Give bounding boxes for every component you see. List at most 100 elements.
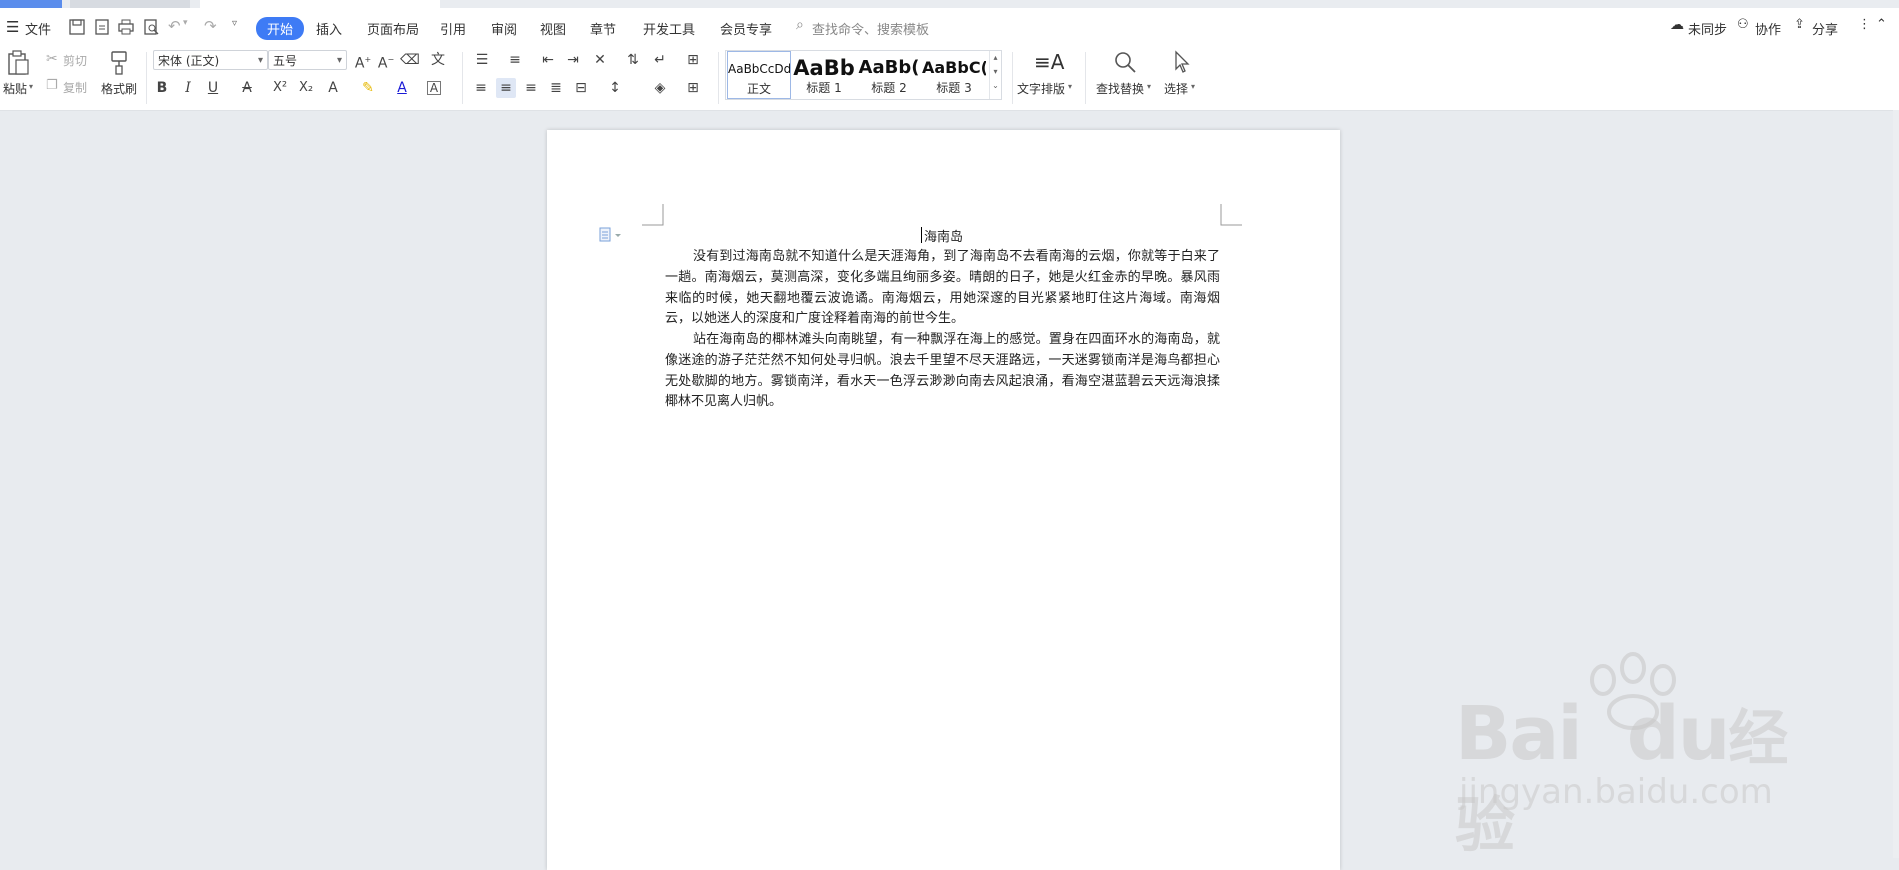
chinese-layout-icon[interactable]: ✕	[590, 50, 610, 70]
tab-page-layout[interactable]: 页面布局	[367, 19, 419, 38]
ribbon-divider	[718, 52, 719, 104]
tab-home[interactable]: 开始	[256, 17, 305, 40]
command-search-input[interactable]: 查找命令、搜索模板	[812, 19, 929, 38]
search-icon[interactable]: ⌕	[796, 17, 804, 33]
tab-view[interactable]: 视图	[540, 19, 566, 38]
tab-developer[interactable]: 开发工具	[643, 19, 695, 38]
copy-button[interactable]: 复制	[63, 79, 87, 96]
menu-file[interactable]: 文件	[25, 19, 51, 38]
style-heading-1[interactable]: AaBb 标题 1	[792, 51, 856, 99]
sort-icon[interactable]: ⇅	[623, 50, 643, 70]
style-preview: AaBb	[793, 57, 855, 79]
style-gallery-scroll[interactable]: ▴ ▾ ⌄	[989, 51, 1001, 99]
superscript-icon[interactable]: X²	[270, 78, 290, 98]
export-pdf-icon[interactable]	[93, 18, 111, 36]
subscript-icon[interactable]: X₂	[296, 78, 316, 98]
font-name-select[interactable]: 宋体 (正文)	[153, 50, 268, 71]
quick-access-more-icon[interactable]: ▿	[232, 18, 237, 29]
print-icon[interactable]	[117, 18, 135, 36]
bold-icon[interactable]: B	[152, 78, 172, 98]
tab-references[interactable]: 引用	[440, 19, 466, 38]
find-replace-icon[interactable]	[1113, 50, 1137, 74]
style-normal[interactable]: AaBbCcDd 正文	[727, 51, 791, 99]
strikethrough-icon[interactable]: A	[237, 78, 257, 98]
tab-insert[interactable]: 插入	[316, 19, 342, 38]
select-button[interactable]: 选择	[1164, 80, 1188, 97]
more-vertical-icon[interactable]: ⋮	[1858, 17, 1871, 32]
increase-indent-icon[interactable]: ⇥	[563, 50, 583, 70]
save-icon[interactable]	[68, 18, 86, 36]
collaborate-button[interactable]: 协作	[1755, 19, 1781, 38]
document-title[interactable]: 海南岛	[547, 226, 1340, 245]
borders-icon[interactable]: ⊞	[683, 78, 703, 98]
find-replace-button[interactable]: 查找替换	[1096, 80, 1144, 97]
window-tab-current[interactable]	[200, 0, 440, 8]
char-border-icon[interactable]: A	[427, 81, 441, 95]
paste-icon[interactable]	[6, 50, 30, 76]
cut-button[interactable]: 剪切	[63, 52, 87, 69]
style-name: 标题 3	[936, 81, 972, 95]
style-gallery: AaBbCcDd 正文 AaBb 标题 1 AaBb( 标题 2 AaBbC( …	[725, 50, 1002, 100]
pinyin-guide-icon[interactable]: 文	[428, 50, 448, 70]
document-paragraph[interactable]: 站在海南岛的椰林滩头向南眺望，有一种飘浮在海上的感觉。置身在四面环水的海南岛，就…	[665, 330, 1220, 413]
select-cursor-icon[interactable]	[1172, 50, 1192, 74]
window-tab-active[interactable]	[0, 0, 62, 8]
sync-status-button[interactable]: 未同步	[1688, 19, 1727, 38]
highlight-icon[interactable]: ✎	[358, 78, 378, 98]
bullet-list-icon[interactable]: ☰	[472, 50, 492, 70]
show-marks-icon[interactable]: ↵	[650, 50, 670, 70]
paste-button[interactable]: 粘贴	[3, 80, 27, 97]
find-replace-dropdown-icon[interactable]: ▾	[1147, 82, 1151, 91]
ribbon-divider	[146, 52, 147, 104]
document-paragraph[interactable]: 没有到过海南岛就不知道什么是天涯海角，到了海南岛不去看南海的云烟，你就等于白来了…	[665, 247, 1220, 330]
person-icon: ⚇	[1737, 17, 1749, 32]
window-tab[interactable]	[70, 0, 190, 8]
margin-corner-top-right	[1220, 204, 1242, 226]
text-layout-icon[interactable]: ≡A	[1034, 50, 1064, 74]
style-name: 标题 2	[871, 81, 907, 95]
grow-font-icon[interactable]: A+	[353, 50, 373, 72]
shading-icon[interactable]: ◈	[650, 78, 670, 98]
share-button[interactable]: 分享	[1812, 19, 1838, 38]
justify-icon[interactable]: ≣	[546, 78, 566, 98]
format-painter-button[interactable]: 格式刷	[101, 80, 137, 97]
distributed-icon[interactable]: ⊟	[571, 78, 591, 98]
align-left-icon[interactable]: ≡	[471, 78, 491, 98]
style-heading-3[interactable]: AaBbC( 标题 3	[922, 51, 986, 99]
font-color-icon[interactable]: A	[392, 78, 412, 98]
copy-icon[interactable]: ❐	[46, 78, 58, 93]
undo-icon[interactable]: ↶	[168, 17, 181, 35]
align-right-icon[interactable]: ≡	[521, 78, 541, 98]
numbered-list-icon[interactable]: ≡	[505, 50, 525, 70]
italic-icon[interactable]: I	[178, 78, 198, 98]
redo-icon[interactable]: ↷	[204, 17, 217, 35]
decrease-indent-icon[interactable]: ⇤	[538, 50, 558, 70]
vertical-scrollbar[interactable]	[1893, 110, 1899, 858]
print-preview-icon[interactable]	[142, 18, 160, 36]
font-size-select[interactable]: 五号	[268, 50, 347, 71]
baidu-jingyan-watermark: Bai du经验 jingyan.baidu.com	[1455, 650, 1815, 861]
text-layout-button[interactable]: 文字排版	[1017, 80, 1065, 97]
text-layout-dropdown-icon[interactable]: ▾	[1068, 82, 1072, 91]
select-dropdown-icon[interactable]: ▾	[1191, 82, 1195, 91]
clear-format-icon[interactable]: ⌫	[400, 50, 420, 70]
line-spacing-icon[interactable]: ↕	[605, 78, 625, 98]
tab-membership[interactable]: 会员专享	[720, 19, 772, 38]
undo-dropdown-icon[interactable]: ▾	[183, 18, 188, 28]
table-tab-icon[interactable]: ⊞	[683, 50, 703, 70]
format-painter-icon[interactable]	[109, 50, 129, 76]
paste-dropdown-icon[interactable]: ▾	[29, 82, 33, 91]
style-heading-2[interactable]: AaBb( 标题 2	[857, 51, 921, 99]
tab-chapter[interactable]: 章节	[590, 19, 616, 38]
shrink-font-icon[interactable]: A−	[376, 50, 396, 72]
text-caret	[921, 227, 922, 243]
align-center-icon[interactable]: ≡	[496, 78, 516, 98]
collapse-ribbon-icon[interactable]: ⌃	[1876, 17, 1887, 32]
tab-review[interactable]: 审阅	[491, 19, 517, 38]
hamburger-icon[interactable]: ☰	[6, 18, 19, 36]
underline-icon[interactable]: U	[203, 78, 223, 98]
text-effect-icon[interactable]: A	[323, 78, 343, 98]
cut-icon[interactable]: ✂	[46, 51, 58, 67]
document-page[interactable]: 海南岛 没有到过海南岛就不知道什么是天涯海角，到了海南岛不去看南海的云烟，你就等…	[547, 130, 1340, 870]
style-name: 标题 1	[806, 81, 842, 95]
